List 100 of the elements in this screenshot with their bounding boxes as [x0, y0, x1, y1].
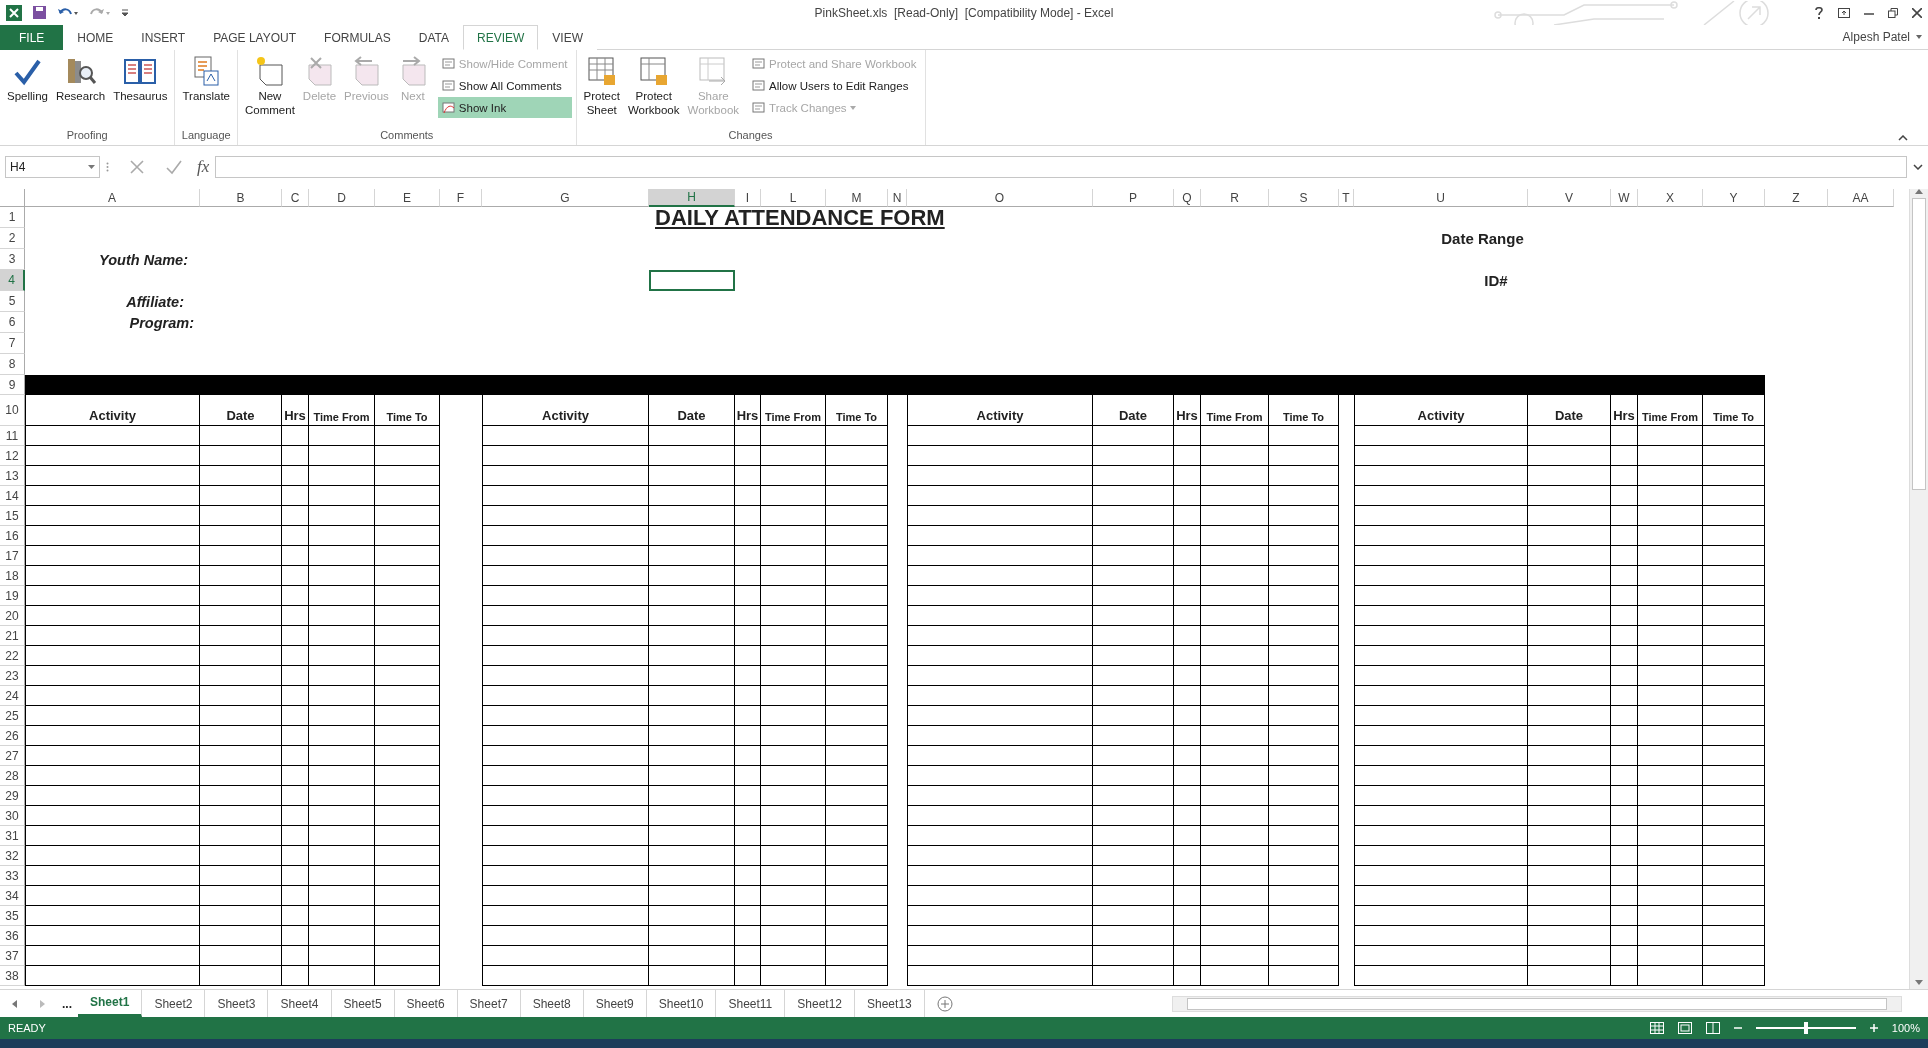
row-header[interactable]: 37 [0, 946, 25, 966]
ribbon-button[interactable]: Research [52, 53, 109, 105]
row-header[interactable]: 10 [0, 395, 25, 426]
row-header[interactable]: 12 [0, 446, 25, 466]
row-header[interactable]: 23 [0, 666, 25, 686]
column-header[interactable]: Z [1765, 189, 1828, 207]
page-layout-icon[interactable] [1677, 1022, 1692, 1034]
vertical-scrollbar[interactable] [1909, 189, 1928, 989]
column-header[interactable]: B [200, 189, 282, 207]
column-header[interactable]: T [1339, 189, 1354, 207]
column-header[interactable]: A [25, 189, 200, 207]
row-header[interactable]: 7 [0, 333, 25, 354]
column-header[interactable]: Y [1703, 189, 1765, 207]
ribbon-button[interactable]: Protect Workbook [624, 53, 683, 119]
ribbon-button[interactable]: Allow Users to Edit Ranges [748, 75, 921, 96]
ribbon-button[interactable]: Spelling [4, 53, 51, 105]
row-header[interactable]: 24 [0, 686, 25, 706]
close-icon[interactable] [1912, 7, 1922, 18]
row-header[interactable]: 1 [0, 207, 25, 228]
expand-icon[interactable] [1913, 164, 1923, 170]
row-header[interactable]: 17 [0, 546, 25, 566]
ribbon-button[interactable]: Show All Comments [437, 75, 572, 96]
row-header[interactable]: 2 [0, 228, 25, 249]
zoom-in-icon[interactable] [1869, 1024, 1878, 1032]
row-header[interactable]: 5 [0, 291, 25, 312]
row-header[interactable]: 29 [0, 786, 25, 806]
row-header[interactable]: 20 [0, 606, 25, 626]
row-header[interactable]: 28 [0, 766, 25, 786]
selected-cell[interactable] [649, 270, 735, 291]
file-tab[interactable]: FILE [0, 25, 64, 50]
column-header[interactable]: P [1093, 189, 1174, 207]
row-header[interactable]: 11 [0, 426, 25, 446]
column-header[interactable]: H [649, 189, 735, 207]
row-header[interactable]: 27 [0, 746, 25, 766]
row-header[interactable]: 15 [0, 506, 25, 526]
row-header[interactable]: 19 [0, 586, 25, 606]
user-account[interactable]: Alpesh Patel [1842, 30, 1928, 44]
zoom-out-icon[interactable] [1733, 1024, 1742, 1032]
column-header[interactable]: AA [1828, 189, 1894, 207]
slider-thumb[interactable] [1803, 1022, 1808, 1034]
column-header[interactable]: R [1201, 189, 1269, 207]
row-header[interactable]: 31 [0, 826, 25, 846]
row-header[interactable]: 6 [0, 312, 25, 333]
column-header[interactable]: C [282, 189, 309, 207]
scroll-down-icon[interactable] [1915, 980, 1923, 985]
restore-icon[interactable] [1888, 7, 1898, 18]
scroll-up-icon[interactable] [1915, 189, 1923, 194]
column-header[interactable]: L [761, 189, 826, 207]
scroll-thumb[interactable] [1912, 198, 1926, 490]
ribbon-button[interactable]: Translate [179, 53, 233, 105]
column-header[interactable]: V [1528, 189, 1611, 207]
help-icon[interactable] [1814, 6, 1824, 19]
save-icon[interactable] [32, 5, 47, 20]
column-header[interactable]: X [1638, 189, 1703, 207]
row-header[interactable]: 21 [0, 626, 25, 646]
row-header[interactable]: 3 [0, 249, 25, 270]
row-header[interactable]: 16 [0, 526, 25, 546]
row-header[interactable]: 32 [0, 846, 25, 866]
column-header[interactable]: I [735, 189, 761, 207]
column-header[interactable]: G [482, 189, 649, 207]
row-header[interactable]: 22 [0, 646, 25, 666]
horizontal-scrollbar[interactable] [1172, 995, 1902, 1012]
row-header[interactable]: 30 [0, 806, 25, 826]
collapse-ribbon-icon[interactable] [1898, 135, 1908, 141]
row-header[interactable]: 38 [0, 966, 25, 986]
row-header[interactable]: 14 [0, 486, 25, 506]
row-header[interactable]: 4 [0, 270, 25, 291]
ribbon-button[interactable]: Thesaurus [110, 53, 171, 105]
page-break-icon[interactable] [1705, 1022, 1720, 1034]
formula-input[interactable] [215, 156, 1907, 178]
column-header[interactable]: U [1354, 189, 1528, 207]
row-header[interactable]: 34 [0, 886, 25, 906]
row-header[interactable]: 9 [0, 375, 25, 395]
insert-function-button[interactable]: fx [197, 157, 210, 177]
row-header[interactable]: 36 [0, 926, 25, 946]
row-header[interactable]: 8 [0, 354, 25, 375]
column-header[interactable]: S [1269, 189, 1339, 207]
column-header[interactable]: E [375, 189, 440, 207]
row-header[interactable]: 18 [0, 566, 25, 586]
customize-icon[interactable] [121, 8, 129, 17]
column-header[interactable]: D [309, 189, 375, 207]
normal-view-icon[interactable] [1649, 1022, 1664, 1034]
ribbon-button[interactable]: Protect Sheet [580, 53, 623, 119]
row-header[interactable]: 35 [0, 906, 25, 926]
scroll-thumb[interactable] [1187, 997, 1887, 1010]
ribbon-tab[interactable]: REVIEW [463, 25, 539, 50]
name-box[interactable]: H4 [5, 156, 100, 178]
ribbon-button[interactable]: Show Ink [437, 97, 572, 118]
column-header[interactable]: M [826, 189, 888, 207]
column-header[interactable]: W [1611, 189, 1638, 207]
row-header[interactable]: 26 [0, 726, 25, 746]
row-header[interactable]: 13 [0, 466, 25, 486]
column-header[interactable]: O [907, 189, 1093, 207]
ribbon-button[interactable]: New Comment [242, 53, 298, 119]
column-header[interactable]: F [440, 189, 482, 207]
row-header[interactable]: 25 [0, 706, 25, 726]
ribbon-display-icon[interactable] [1838, 7, 1850, 18]
sheet-tab[interactable]: Sheet1 [78, 990, 143, 1017]
column-header[interactable]: N [888, 189, 907, 207]
column-header[interactable]: Q [1174, 189, 1201, 207]
